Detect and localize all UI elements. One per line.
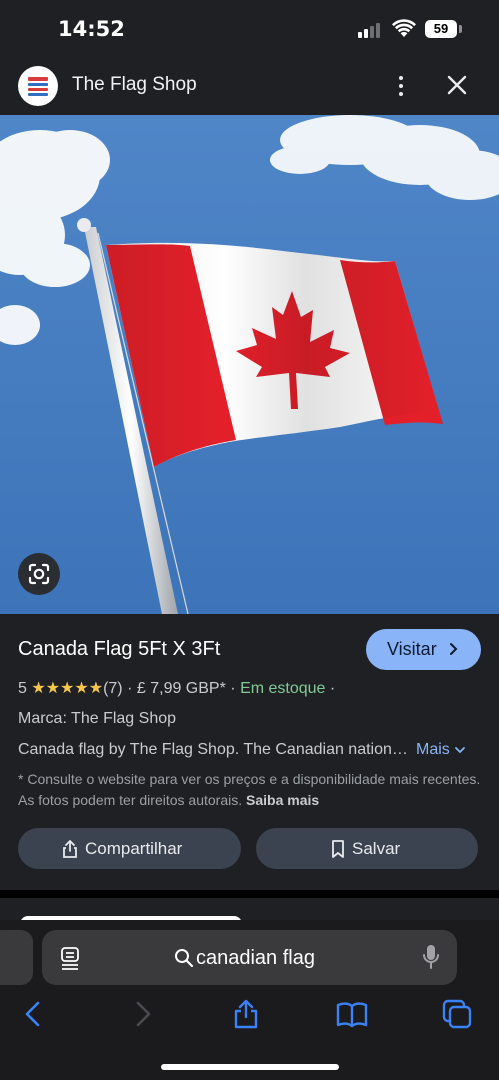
- product-image[interactable]: [0, 115, 499, 614]
- brand-line: Marca: The Flag Shop: [18, 710, 177, 727]
- separator: ·: [127, 680, 133, 697]
- separator: ·: [230, 680, 236, 697]
- site-name[interactable]: The Flag Shop: [72, 74, 197, 96]
- status-bar: 14:52 59: [0, 0, 499, 60]
- more-vert-icon[interactable]: [392, 72, 410, 100]
- stock-status: Em estoque: [240, 680, 326, 697]
- product-title[interactable]: Canada Flag 5Ft X 3Ft: [18, 638, 220, 661]
- star-rating: ★★★★★: [31, 680, 104, 697]
- search-query: canadian flag: [196, 947, 315, 969]
- share-button[interactable]: Compartilhar: [18, 828, 241, 869]
- chevron-down-icon: [455, 746, 466, 754]
- address-bar[interactable]: canadian flag: [42, 930, 457, 985]
- bookmark-icon: [332, 840, 344, 858]
- back-icon[interactable]: [18, 998, 50, 1030]
- site-logo-icon: [18, 66, 58, 106]
- more-button[interactable]: Mais: [416, 741, 466, 759]
- price-disclaimer: * Consulte o website para ver os preços …: [18, 769, 484, 811]
- chevron-right-icon: [450, 643, 458, 655]
- panel-header: The Flag Shop: [0, 60, 499, 115]
- browser-toolbar: canadian flag: [0, 920, 499, 1080]
- visit-label: Visitar: [387, 639, 437, 659]
- separator: ·: [329, 680, 336, 697]
- rating-price-line: 5 ★★★★★(7) · £ 7,99 GBP* · Em estoque ·: [18, 678, 335, 698]
- share-sheet-icon[interactable]: [230, 998, 262, 1030]
- save-button[interactable]: Salvar: [256, 828, 478, 869]
- share-label: Compartilhar: [85, 839, 183, 858]
- product-description: Canada flag by The Flag Shop. The Canadi…: [18, 741, 410, 758]
- previous-tab-preview[interactable]: [0, 930, 33, 985]
- save-label: Salvar: [352, 839, 401, 858]
- reader-icon[interactable]: [60, 946, 82, 970]
- signal-icon: [358, 22, 384, 38]
- wifi-icon: [392, 19, 416, 37]
- product-info: Canada Flag 5Ft X 3Ft Visitar 5 ★★★★★(7)…: [0, 614, 499, 890]
- divider: [0, 890, 499, 898]
- close-icon[interactable]: [444, 72, 470, 98]
- battery-tip: [459, 25, 462, 33]
- battery-icon: 59: [425, 20, 457, 38]
- screen: 14:52 59 The Flag Shop Canada Flag 5Ft X…: [0, 0, 499, 1080]
- flag-photo: [0, 115, 499, 614]
- price: £ 7,99 GBP*: [136, 680, 226, 697]
- mic-icon[interactable]: [422, 944, 440, 970]
- more-label: Mais: [416, 741, 450, 758]
- lens-icon[interactable]: [18, 553, 60, 595]
- forward-icon[interactable]: [126, 998, 158, 1030]
- learn-more-link[interactable]: Saiba mais: [246, 792, 319, 808]
- status-time: 14:52: [58, 17, 125, 41]
- rating-value: 5: [18, 680, 27, 697]
- review-count[interactable]: (7): [103, 680, 123, 697]
- bookmarks-icon[interactable]: [336, 998, 368, 1030]
- search-icon: [175, 949, 194, 968]
- home-indicator: [161, 1064, 339, 1070]
- share-icon: [63, 839, 77, 858]
- tabs-icon[interactable]: [441, 998, 473, 1030]
- visit-button[interactable]: Visitar: [366, 629, 481, 670]
